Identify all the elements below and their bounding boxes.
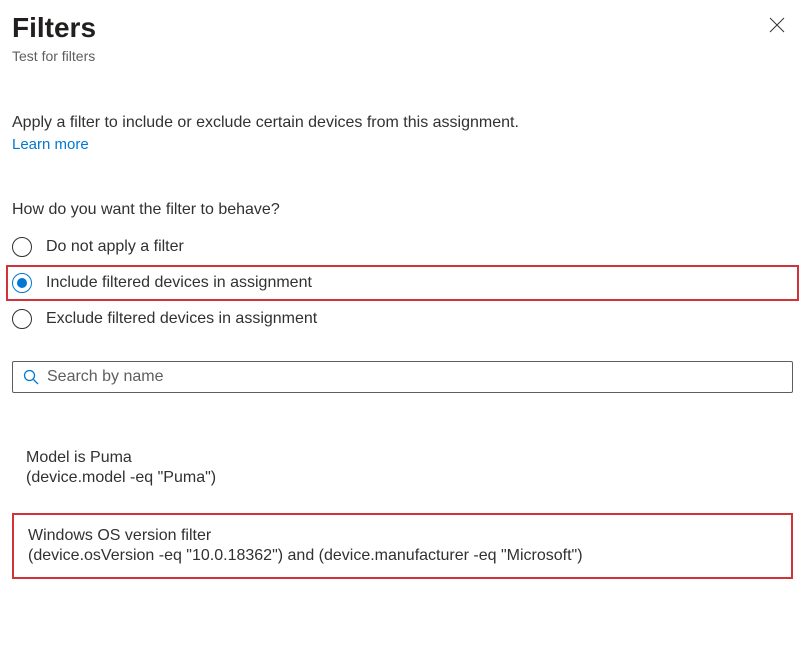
radio-option-none[interactable]: Do not apply a filter	[12, 229, 793, 265]
behavior-question: How do you want the filter to behave?	[12, 201, 793, 219]
radio-option-include[interactable]: Include filtered devices in assignment	[6, 265, 799, 301]
filter-item[interactable]: Windows OS version filter (device.osVers…	[12, 513, 793, 579]
close-button[interactable]	[761, 12, 793, 43]
filter-expression: (device.osVersion -eq "10.0.18362") and …	[28, 547, 777, 565]
filter-item[interactable]: Model is Puma (device.model -eq "Puma")	[12, 441, 793, 495]
filter-name: Windows OS version filter	[28, 527, 777, 545]
filter-behavior-radio-group: Do not apply a filter Include filtered d…	[12, 229, 793, 337]
radio-label: Include filtered devices in assignment	[46, 274, 312, 292]
radio-icon	[12, 273, 32, 293]
learn-more-link[interactable]: Learn more	[12, 136, 89, 153]
search-box[interactable]	[12, 361, 793, 393]
panel-title: Filters	[12, 12, 96, 44]
close-icon	[769, 17, 785, 33]
search-icon	[23, 369, 39, 385]
radio-option-exclude[interactable]: Exclude filtered devices in assignment	[12, 301, 793, 337]
description-text: Apply a filter to include or exclude cer…	[12, 114, 793, 132]
radio-label: Do not apply a filter	[46, 238, 184, 256]
radio-icon	[12, 309, 32, 329]
search-input[interactable]	[47, 368, 782, 386]
radio-label: Exclude filtered devices in assignment	[46, 310, 317, 328]
radio-icon	[12, 237, 32, 257]
filter-expression: (device.model -eq "Puma")	[26, 469, 779, 487]
panel-subtitle: Test for filters	[12, 48, 793, 64]
filter-name: Model is Puma	[26, 449, 779, 467]
